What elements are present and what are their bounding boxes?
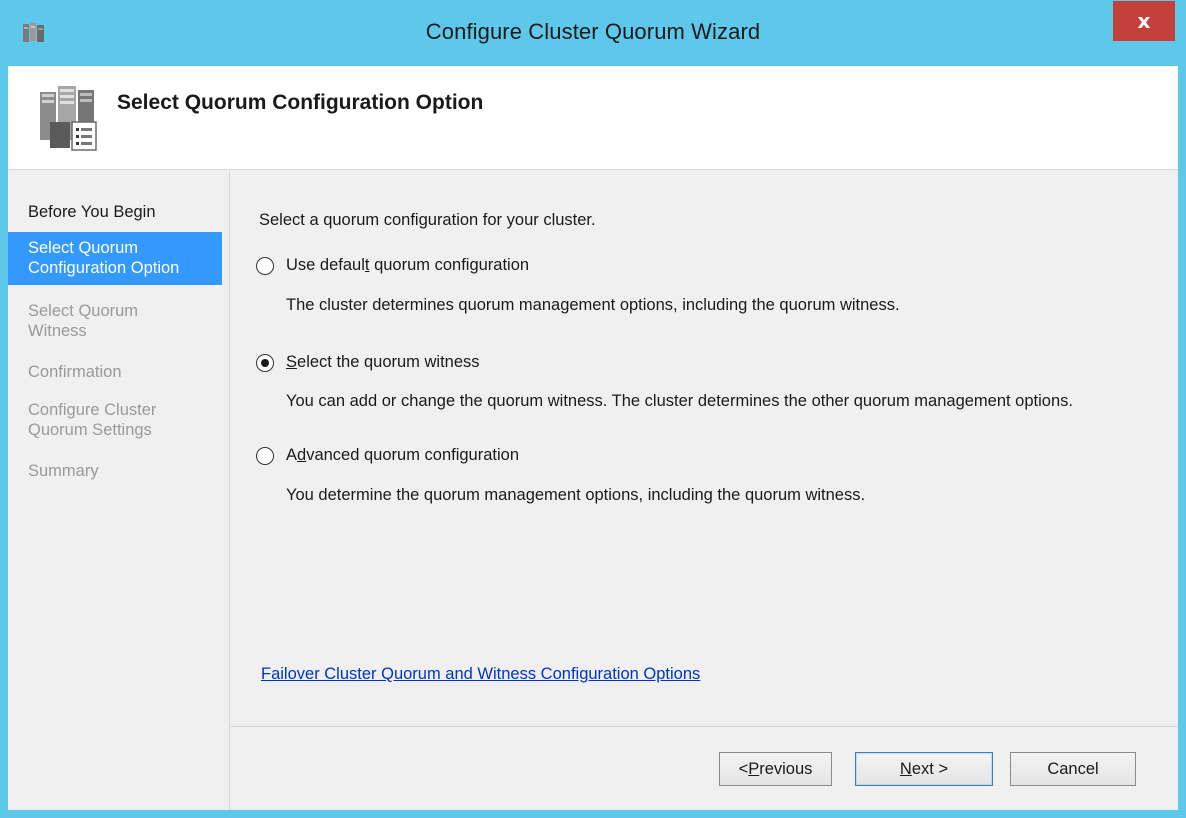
radio-select-quorum-witness[interactable] [256,354,274,372]
wizard-content: Select a quorum configuration for your c… [231,171,1178,810]
step-label-line1: Select Quorum [28,302,139,320]
step-label: Confirmation [28,363,122,381]
previous-button[interactable]: < Previous [719,752,832,786]
option-description: The cluster determines quorum management… [286,296,900,314]
wizard-header: Select Quorum Configuration Option [8,66,1178,170]
title-bar[interactable]: Configure Cluster Quorum Wizard x [0,0,1186,66]
radio-default-quorum[interactable] [256,257,274,275]
wizard-steps-sidebar: Before You Begin Select Quorum Configura… [8,171,230,810]
wizard-window: Configure Cluster Quorum Wizard x Select… [0,0,1186,818]
page-title: Select Quorum Configuration Option [117,91,484,114]
step-label-line1: Select Quorum [28,239,139,257]
cancel-button[interactable]: Cancel [1010,752,1136,786]
step-confirmation[interactable]: Confirmation [8,362,222,382]
close-icon: x [1137,9,1151,33]
option-label: Use default quorum configuration [286,256,530,274]
step-configure-cluster-quorum-settings[interactable]: Configure Cluster Quorum Settings [8,400,222,440]
step-label-line1: Configure Cluster [28,401,157,419]
wizard-client-area: Select Quorum Configuration Option Befor… [8,66,1178,810]
help-link[interactable]: Failover Cluster Quorum and Witness Conf… [261,665,700,684]
step-label-line2: Configuration Option [28,259,180,277]
intro-text: Select a quorum configuration for your c… [259,211,596,229]
option-description: You determine the quorum management opti… [286,486,866,504]
step-select-quorum-configuration-option[interactable]: Select Quorum Configuration Option [8,232,222,285]
radio-advanced-quorum[interactable] [256,447,274,465]
cluster-servers-icon [40,86,97,151]
next-button[interactable]: Next > [855,752,993,786]
step-select-quorum-witness[interactable]: Select Quorum Witness [8,301,222,341]
close-button[interactable]: x [1113,1,1175,41]
option-label: Select the quorum witness [286,353,480,371]
option-description: You can add or change the quorum witness… [286,392,1073,410]
step-label-line2: Witness [28,322,87,340]
window-title: Configure Cluster Quorum Wizard [425,19,761,44]
step-before-you-begin[interactable]: Before You Begin [8,202,222,222]
option-label: Advanced quorum configuration [286,446,520,464]
step-label-line2: Quorum Settings [28,421,152,439]
step-summary[interactable]: Summary [8,461,222,481]
step-label: Before You Begin [28,203,156,221]
footer-divider [231,726,1178,727]
step-label: Summary [28,462,99,480]
